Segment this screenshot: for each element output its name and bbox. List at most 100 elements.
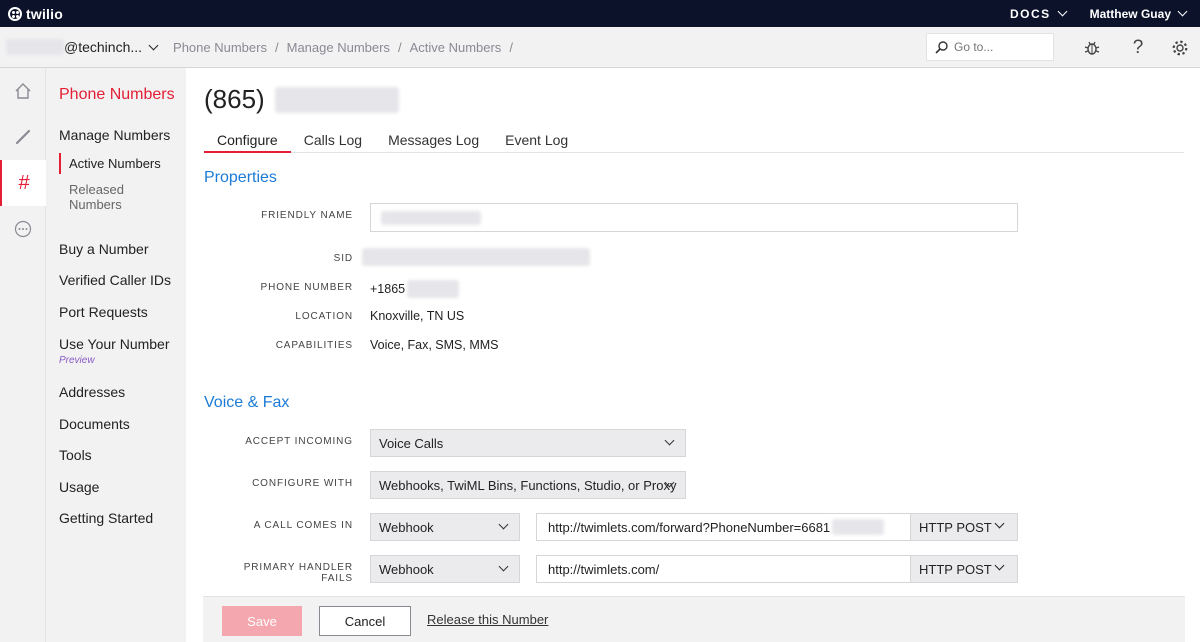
rail-phone-numbers[interactable]: # [0,160,46,206]
primary-fails-label: PRIMARY HANDLER FAILS [243,562,353,584]
gear-icon [1172,40,1188,56]
tab-configure[interactable]: Configure [204,128,291,153]
sidenav-item-active-numbers[interactable]: Active Numbers [59,153,161,174]
primary-fails-method: HTTP POST [919,561,992,577]
primary-fails-url-field[interactable]: http://twimlets.com/ [537,556,910,582]
sid-value [362,248,590,269]
rail-voice[interactable] [0,114,46,160]
cancel-button[interactable]: Cancel [319,606,411,636]
twilio-logo[interactable]: twilio [8,6,63,22]
redacted-url-suffix [832,519,885,535]
breadcrumb-manage-numbers[interactable]: Manage Numbers [287,40,390,55]
primary-fails-url-group: http://twimlets.com/ HTTP POST [536,555,1018,583]
redacted-sid [362,248,590,266]
friendly-name-label: FRIENDLY NAME [261,210,353,221]
action-bar: Save Cancel Release this Number [203,596,1185,642]
breadcrumb-bar: @techinch... Phone Numbers / Manage Numb… [0,27,1200,68]
redacted-account [6,39,64,55]
sidenav-item-usage[interactable]: Usage [59,479,99,495]
breadcrumb-separator: / [397,39,402,55]
sidenav-title[interactable]: Phone Numbers [59,86,175,104]
breadcrumb-active-numbers[interactable]: Active Numbers [410,40,502,55]
chevron-down-icon [1057,6,1068,17]
redacted-phone-suffix [407,280,460,298]
user-menu[interactable]: Matthew Guay [1089,6,1188,21]
chevron-down-icon [994,560,1005,571]
capabilities-value: Voice, Fax, SMS, MMS [370,338,499,352]
phone-number-label: PHONE NUMBER [260,282,353,293]
top-bar: twilio DOCS Matthew Guay [0,0,1200,27]
sidenav-item-tools[interactable]: Tools [59,447,92,463]
call-comes-in-url: http://twimlets.com/forward?PhoneNumber=… [548,519,831,535]
primary-fails-type-select[interactable]: Webhook [370,555,520,583]
sidenav-item-verified-caller-ids[interactable]: Verified Caller IDs [59,272,171,288]
save-button[interactable]: Save [222,606,302,636]
friendly-name-field[interactable] [370,203,1018,232]
sidenav-item-port-requests[interactable]: Port Requests [59,304,148,320]
sidenav-item-getting-started[interactable]: Getting Started [59,510,153,526]
redacted-phone-number [274,86,399,113]
sidenav-item-released-numbers[interactable]: Released Numbers [59,182,161,212]
account-switcher[interactable]: @techinch... [6,39,159,55]
hash-icon: # [18,171,30,194]
call-comes-in-method-select[interactable]: HTTP POST [910,514,1017,540]
tab-calls-log[interactable]: Calls Log [291,128,375,153]
location-label: LOCATION [295,311,353,322]
question-icon: ? [1132,37,1144,58]
docs-menu[interactable]: DOCS [1009,6,1068,21]
configure-with-label: CONFIGURE WITH [252,478,353,489]
settings-button[interactable] [1168,36,1192,60]
chevron-down-icon [994,518,1005,529]
released-label-line1: Released [69,182,124,197]
properties-heading: Properties [204,169,277,186]
location-value: Knoxville, TN US [370,309,465,323]
home-icon [15,83,31,99]
breadcrumb-separator: / [274,39,279,55]
tab-messages-log[interactable]: Messages Log [375,128,492,153]
help-button[interactable]: ? [1126,36,1150,60]
rail-home[interactable] [0,68,46,114]
search-box[interactable] [926,33,1054,61]
preview-badge: Preview [59,355,95,366]
search-icon [935,40,948,54]
primary-fails-method-select[interactable]: HTTP POST [910,556,1017,582]
chevron-down-icon [148,40,159,50]
phone-number-value: +1865 [370,280,460,298]
debugger-button[interactable] [1080,36,1104,60]
sidenav-item-addresses[interactable]: Addresses [59,384,125,400]
rail-more[interactable] [0,206,46,252]
bug-icon [1084,41,1100,55]
left-rail: # [0,68,46,642]
release-number-link[interactable]: Release this Number [427,612,548,627]
phone-number-prefix: +1865 [370,282,406,296]
accept-incoming-value: Voice Calls [379,435,444,451]
sidenav-subnav: Active Numbers Released Numbers [59,153,161,212]
voice-fax-heading: Voice & Fax [204,394,290,411]
call-comes-in-url-group: http://twimlets.com/forward?PhoneNumber=… [536,513,1018,541]
more-icon [14,220,32,238]
side-nav: Phone Numbers Manage Numbers Active Numb… [46,68,186,642]
page-title: (865) [204,84,399,115]
sidenav-item-documents[interactable]: Documents [59,416,130,432]
released-label-line2: Numbers [69,197,122,212]
user-name: Matthew Guay [1089,6,1171,21]
docs-label: DOCS [1009,6,1051,21]
sid-label: SID [333,253,353,264]
configure-with-select[interactable]: Webhooks, TwiML Bins, Functions, Studio,… [370,471,686,499]
breadcrumb: Phone Numbers / Manage Numbers / Active … [173,40,513,55]
twilio-logo-icon [8,6,22,21]
chevron-down-icon [498,561,509,572]
breadcrumb-phone-numbers[interactable]: Phone Numbers [173,40,267,55]
accept-incoming-select[interactable]: Voice Calls [370,429,686,457]
breadcrumb-separator: / [509,39,513,55]
sidenav-manage-numbers[interactable]: Manage Numbers [59,127,170,143]
chevron-down-icon [1177,6,1188,17]
call-comes-in-type-select[interactable]: Webhook [370,513,520,541]
search-input[interactable] [954,40,1044,54]
sidenav-item-buy-number[interactable]: Buy a Number [59,241,148,257]
call-comes-in-method: HTTP POST [919,519,992,535]
tab-event-log[interactable]: Event Log [492,128,581,153]
logo-text: twilio [26,5,63,22]
call-comes-in-url-field[interactable]: http://twimlets.com/forward?PhoneNumber=… [537,514,910,540]
sidenav-item-use-your-number[interactable]: Use Your Number [59,336,170,352]
